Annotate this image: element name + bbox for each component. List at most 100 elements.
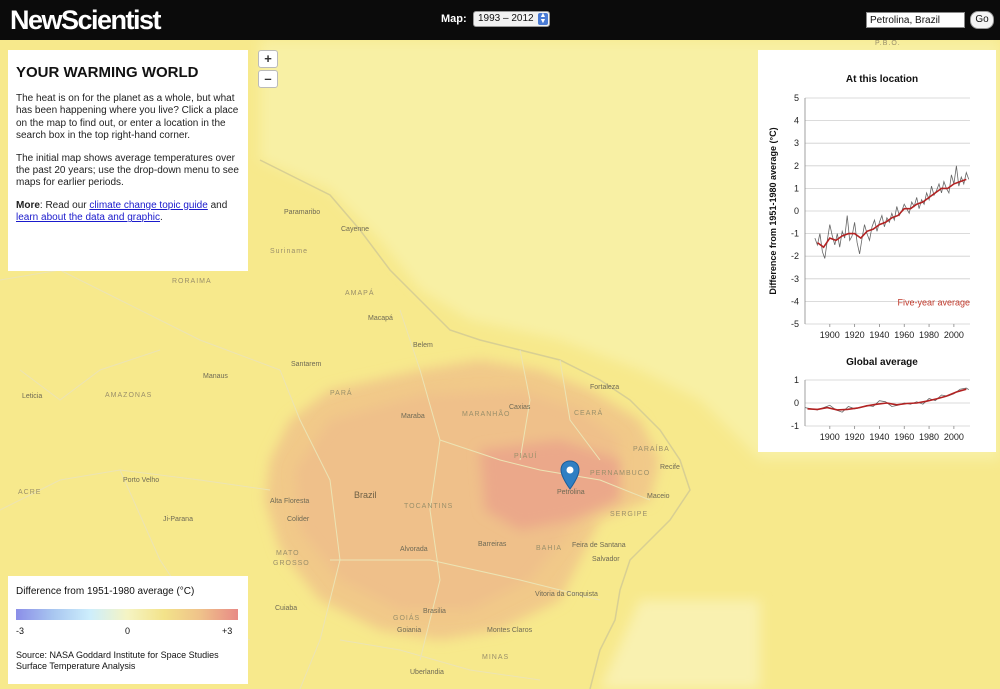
- legend-max: +3: [222, 626, 233, 636]
- x-tick-label: 1920: [845, 432, 865, 442]
- map-label-bahia: BAHIA: [536, 545, 563, 552]
- local-chart: 5 4 3 2 1 0 -1 -2 -3 -4 -5 1900 1920 1940 1960 1980 2000…: [768, 93, 970, 340]
- local-chart-title: At this location: [845, 74, 919, 85]
- select-arrows-icon: ▲ ▼: [538, 12, 548, 25]
- intro-paragraph-1: The heat is on for the planet as a whole…: [16, 93, 239, 142]
- go-button[interactable]: Go: [970, 11, 994, 29]
- map-label-alvorada: Alvorada: [400, 546, 428, 553]
- map-label-colider: Colider: [287, 516, 310, 523]
- map-label-pernambuco: PERNAMBUCO: [590, 470, 651, 477]
- more-label: More: [16, 199, 40, 211]
- y-tick-label: -4: [791, 296, 799, 306]
- period-select[interactable]: 1993 – 2012 ▲ ▼: [473, 11, 550, 27]
- y-tick-label: 1: [794, 375, 799, 385]
- data-graphic-link[interactable]: learn about the data and graphic: [16, 212, 160, 223]
- map-label-alta-floresta: Alta Floresta: [270, 498, 310, 505]
- x-tick-label: 1980: [919, 432, 939, 442]
- location-search-input[interactable]: [866, 12, 965, 28]
- x-tick-label: 2000: [944, 330, 964, 340]
- legend-source: Source: NASA Goddard Institute for Space…: [16, 650, 219, 671]
- map-label-amapa: AMAPÁ: [345, 290, 375, 297]
- intro-paragraph-2: The initial map shows average temperatur…: [16, 152, 239, 189]
- legend-ticks: -3 0 +3: [16, 626, 240, 640]
- map-label-ji-parana: Ji-Parana: [163, 516, 193, 523]
- y-tick-label: 4: [794, 116, 799, 126]
- x-tick-label: 1960: [894, 432, 914, 442]
- map-label-sergipe: SERGIPE: [610, 511, 649, 518]
- map-label-feira-de-santana: Feira de Santana: [572, 542, 626, 549]
- map-label-paramaribo: Paramaribo: [284, 209, 321, 216]
- y-tick-label: -1: [791, 421, 799, 431]
- y-tick-label: -2: [791, 251, 799, 261]
- map-label-paraiba: PARAÍBA: [633, 446, 670, 453]
- x-tick-label: 2000: [944, 432, 964, 442]
- map-label-leticia: Leticia: [22, 393, 43, 400]
- map-label-belem: Belem: [413, 342, 433, 349]
- map-pin-icon: [560, 460, 580, 490]
- location-marker[interactable]: [560, 460, 580, 495]
- y-tick-label: -3: [791, 274, 799, 284]
- y-tick-label: 1: [794, 183, 799, 193]
- map-label-maceio: Maceio: [647, 493, 670, 500]
- map-label-maranhao: MARANHÃO: [462, 411, 511, 418]
- x-tick-label: 1920: [845, 330, 865, 340]
- topic-guide-link[interactable]: climate change topic guide: [89, 200, 207, 211]
- site-logo[interactable]: NewScientist: [10, 5, 162, 36]
- annual-series-line: [814, 165, 970, 259]
- five-year-average-label: Five-year average: [897, 297, 970, 307]
- x-tick-label: 1940: [869, 432, 889, 442]
- y-tick-label: 0: [794, 206, 799, 216]
- zoom-in-button[interactable]: +: [258, 50, 278, 68]
- y-tick-label: 3: [794, 138, 799, 148]
- map-label-brazil: Brazil: [354, 490, 377, 500]
- x-tick-label: 1900: [820, 432, 840, 442]
- end-period: .: [160, 212, 163, 224]
- map-label-goiania: Goiania: [397, 627, 422, 634]
- map-label-ceara: CEARÁ: [574, 410, 604, 417]
- map-label-manaus: Manaus: [203, 373, 228, 380]
- map-label-salvador: Salvador: [592, 556, 620, 563]
- map-label-minas: MINAS: [482, 654, 510, 661]
- and-text: and: [207, 199, 228, 211]
- map-label-porto-velho: Porto Velho: [123, 477, 160, 484]
- map-label-montes-claros: Montes Claros: [487, 627, 533, 634]
- x-tick-label: 1940: [869, 330, 889, 340]
- x-tick-label: 1960: [894, 330, 914, 340]
- period-select-value: 1993 – 2012: [478, 13, 534, 24]
- map-label-grosso: GROSSO: [273, 560, 310, 567]
- more-sep: : Read our: [39, 199, 90, 211]
- map-label-amazonas: AMAZONAS: [105, 392, 153, 399]
- map-select-label: Map:: [441, 13, 467, 25]
- map-label-vitoria-da-conquista: Vitoria da Conquista: [535, 591, 598, 598]
- zoom-out-button[interactable]: –: [258, 70, 278, 88]
- map-label-roraima: RORAIMA: [172, 278, 212, 285]
- global-chart: 1 0 -1 1900 1920 1940 1960 1980 2000: [791, 375, 970, 442]
- legend-panel: Difference from 1951-1980 average (°C) -…: [8, 576, 248, 684]
- legend-mid: 0: [125, 626, 131, 636]
- chart-panel: At this location 5 4 3 2 1 0 -1 -2 -3 -4 -5 1900 192…: [758, 50, 996, 452]
- map-label-caxias: Caxias: [509, 404, 531, 411]
- map-label-pbo: P.B.O.: [875, 40, 901, 47]
- map-label-brasilia: Brasilia: [423, 608, 446, 615]
- y-tick-label: 5: [794, 93, 799, 103]
- y-tick-label: 0: [794, 398, 799, 408]
- map-label-maraba: Maraba: [401, 413, 425, 420]
- legend-min: -3: [16, 626, 25, 636]
- legend-color-scale: [16, 609, 238, 620]
- top-bar: NewScientist Map: 1993 – 2012 ▲▼ Go: [0, 0, 1000, 40]
- global-chart-title: Global average: [846, 357, 918, 368]
- map-label-mato: MATO: [276, 550, 300, 557]
- map-label-goias: GOIÁS: [393, 615, 421, 622]
- map-label-suriname: Suriname: [270, 248, 308, 255]
- intro-panel: YOUR WARMING WORLD The heat is on for th…: [8, 50, 248, 271]
- y-tick-label: 2: [794, 161, 799, 171]
- map-label-uberlandia: Uberlandia: [410, 669, 444, 676]
- x-tick-label: 1900: [820, 330, 840, 340]
- map-label-piaui: PIAUÍ: [514, 453, 538, 460]
- map-label-cayenne: Cayenne: [341, 226, 370, 233]
- x-tick-label: 1980: [919, 330, 939, 340]
- map-label-para: PARÁ: [330, 390, 353, 397]
- y-axis-label: Difference from 1951-1980 average (°C): [768, 127, 778, 294]
- map-label-acre: ACRE: [18, 489, 42, 496]
- map-label-macapa: Macapá: [368, 315, 393, 322]
